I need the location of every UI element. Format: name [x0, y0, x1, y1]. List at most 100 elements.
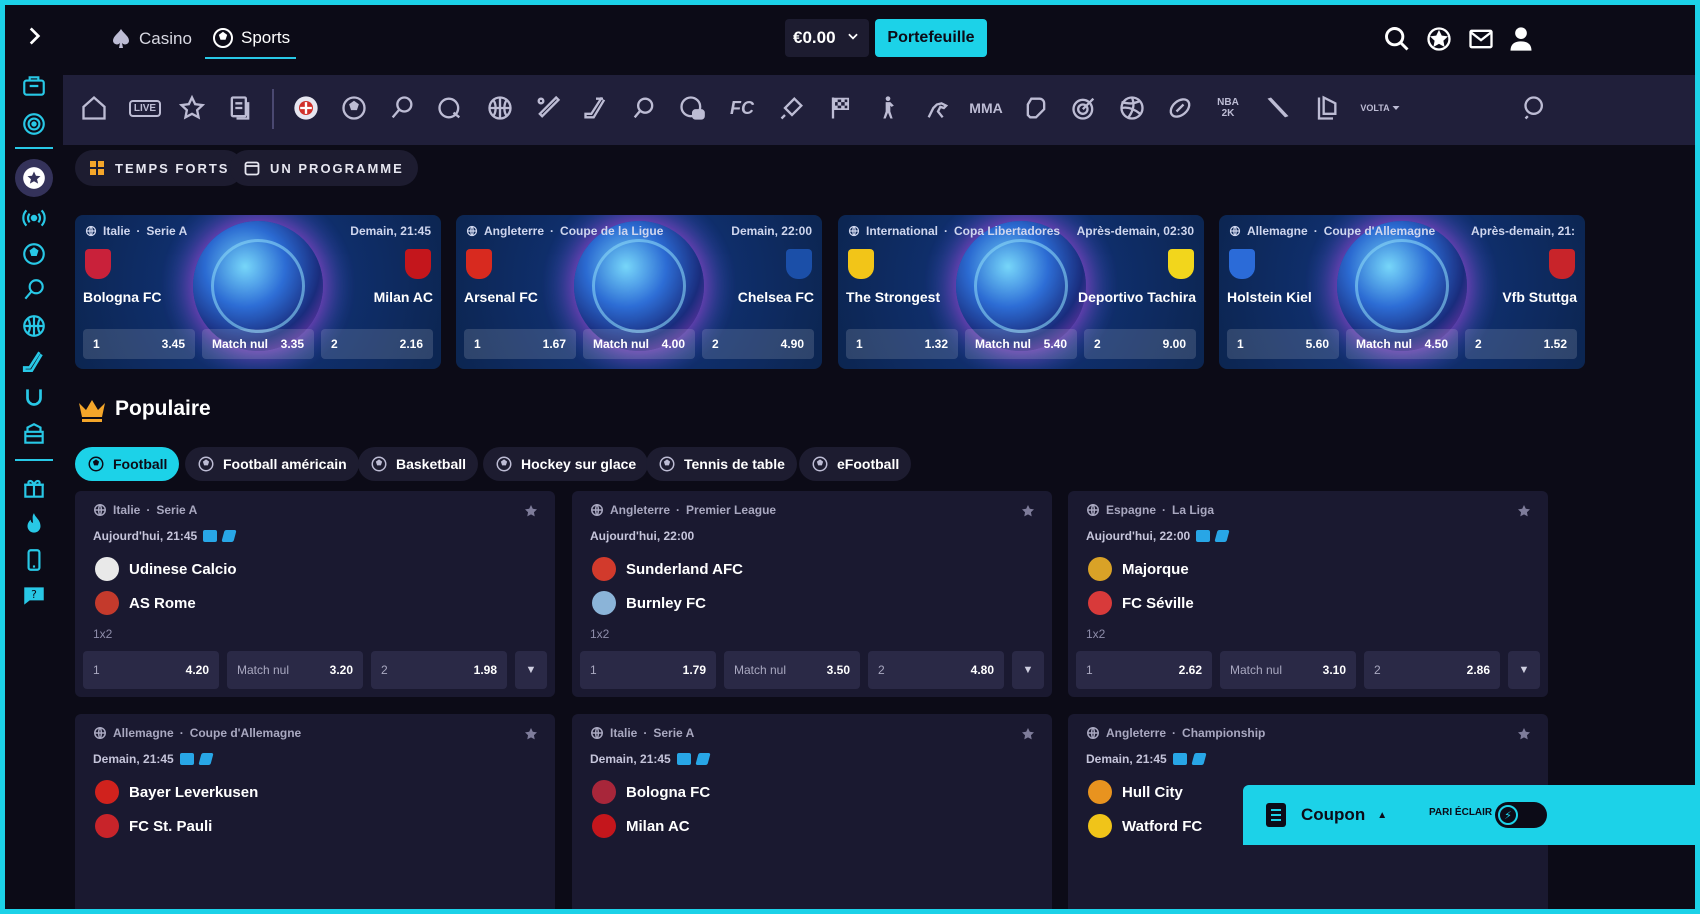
- odd-draw-button[interactable]: Match nul 5.40: [965, 329, 1077, 359]
- match-card[interactable]: Italie · Serie A Demain, 21:45 Bologna F…: [572, 714, 1052, 909]
- football-icon[interactable]: [19, 239, 49, 269]
- fire-icon[interactable]: [19, 509, 49, 539]
- volleyball-icon[interactable]: [1115, 91, 1149, 125]
- target-icon[interactable]: [19, 109, 49, 139]
- football-icon[interactable]: [337, 91, 371, 125]
- odd-button[interactable]: 2 2.86: [1364, 651, 1500, 689]
- hockey-icon[interactable]: [19, 347, 49, 377]
- filter-basketball[interactable]: Basketball: [358, 447, 479, 481]
- match-card[interactable]: Espagne · La Liga Aujourd'hui, 22:00 Maj…: [1068, 491, 1548, 697]
- favorite-star-icon[interactable]: [1516, 726, 1532, 742]
- odd-away-button[interactable]: 2 4.90: [702, 329, 814, 359]
- filter-american-football[interactable]: Football américain: [185, 447, 359, 481]
- live-broadcast-icon[interactable]: [19, 203, 49, 233]
- horseshoe-icon[interactable]: [19, 383, 49, 413]
- odd-draw-button[interactable]: Match nul 3.35: [202, 329, 314, 359]
- fc-icon[interactable]: FC: [725, 91, 759, 125]
- darts-icon[interactable]: [1067, 91, 1101, 125]
- odd-button[interactable]: Match nul 3.50: [724, 651, 860, 689]
- efootball-icon[interactable]: [675, 91, 709, 125]
- basketball-icon[interactable]: [483, 91, 517, 125]
- odd-button[interactable]: Match nul 3.10: [1220, 651, 1356, 689]
- tab-schedule[interactable]: UN PROGRAMME: [230, 150, 418, 186]
- horse-racing-icon[interactable]: [921, 91, 955, 125]
- mail-icon[interactable]: [1467, 25, 1495, 53]
- help-chat-icon[interactable]: ?: [19, 581, 49, 611]
- coupon-sheet-icon[interactable]: [223, 91, 257, 125]
- racing-flag-icon[interactable]: [823, 91, 857, 125]
- filter-hockey[interactable]: Hockey sur glace: [483, 447, 649, 481]
- filter-table-tennis[interactable]: Tennis de table: [646, 447, 797, 481]
- esports-shooter-icon[interactable]: [871, 91, 905, 125]
- featured-match-card[interactable]: Italie · Serie A Demain, 21:45 Bologna F…: [75, 215, 441, 369]
- favorite-star-icon[interactable]: [523, 726, 539, 742]
- match-card[interactable]: Angleterre · Premier League Aujourd'hui,…: [572, 491, 1052, 697]
- volta-icon[interactable]: VOLTA: [1357, 91, 1405, 125]
- esports-slash-icon[interactable]: [1261, 91, 1295, 125]
- odd-button[interactable]: 2 4.80: [868, 651, 1004, 689]
- nba-2k-icon[interactable]: NBA 2K: [1211, 91, 1245, 125]
- basketball-icon[interactable]: [19, 311, 49, 341]
- home-icon[interactable]: [77, 91, 111, 125]
- match-card[interactable]: Allemagne · Coupe d'Allemagne Demain, 21…: [75, 714, 555, 909]
- odd-draw-button[interactable]: Match nul 4.00: [583, 329, 695, 359]
- favorite-star-icon[interactable]: [523, 503, 539, 519]
- flash-bet-toggle[interactable]: ⚡: [1495, 802, 1547, 828]
- tennis-icon[interactable]: [385, 91, 419, 125]
- star-icon[interactable]: [175, 91, 209, 125]
- tab-highlights[interactable]: TEMPS FORTS: [75, 150, 244, 186]
- odd-draw-button[interactable]: Match nul 4.50: [1346, 329, 1458, 359]
- odd-home-button[interactable]: 1 1.67: [464, 329, 576, 359]
- cricket-icon[interactable]: [531, 91, 565, 125]
- odd-home-button[interactable]: 1 3.45: [83, 329, 195, 359]
- favorite-star-icon[interactable]: [1020, 503, 1036, 519]
- odd-button[interactable]: 2 1.98: [371, 651, 507, 689]
- odd-button[interactable]: Match nul 3.20: [227, 651, 363, 689]
- live-icon[interactable]: LIVE: [125, 91, 165, 125]
- simulation-icon[interactable]: [1309, 91, 1343, 125]
- filter-efootball[interactable]: eFootball: [799, 447, 912, 481]
- boxing-icon[interactable]: [1019, 91, 1053, 125]
- gift-icon[interactable]: [19, 473, 49, 503]
- odd-away-button[interactable]: 2 1.52: [1465, 329, 1577, 359]
- filter-football[interactable]: Football: [75, 447, 180, 481]
- casino-table-icon[interactable]: [19, 419, 49, 449]
- odd-home-button[interactable]: 1 5.60: [1227, 329, 1339, 359]
- more-markets-chevron-icon[interactable]: ▼: [1508, 651, 1540, 689]
- odd-button[interactable]: 1 1.79: [580, 651, 716, 689]
- mma-icon[interactable]: MMA: [969, 91, 1003, 125]
- featured-match-card[interactable]: Allemagne · Coupe d'Allemagne Après-dema…: [1219, 215, 1585, 369]
- tab-sports[interactable]: Sports: [205, 19, 297, 59]
- featured-match-card[interactable]: International · Copa Libertadores Après-…: [838, 215, 1204, 369]
- mobile-icon[interactable]: [19, 545, 49, 575]
- badminton-icon[interactable]: [775, 91, 809, 125]
- special-event-icon[interactable]: [289, 91, 323, 125]
- hockey-icon[interactable]: [579, 91, 613, 125]
- favorite-star-icon[interactable]: [1516, 503, 1532, 519]
- odd-away-button[interactable]: 2 2.16: [321, 329, 433, 359]
- wallet-button[interactable]: Portefeuille: [875, 19, 987, 57]
- balance-dropdown[interactable]: €0.00: [785, 19, 869, 57]
- odd-button[interactable]: 1 4.20: [83, 651, 219, 689]
- featured-match-card[interactable]: Angleterre · Coupe de la Ligue Demain, 2…: [456, 215, 822, 369]
- favorite-star-icon[interactable]: [1020, 726, 1036, 742]
- search-icon[interactable]: [1519, 91, 1553, 125]
- match-card[interactable]: Italie · Serie A Aujourd'hui, 21:45 Udin…: [75, 491, 555, 697]
- tennis-icon[interactable]: [19, 275, 49, 305]
- table-tennis-icon[interactable]: [627, 91, 661, 125]
- american-football-icon[interactable]: [433, 91, 467, 125]
- favorites-star-icon[interactable]: [1425, 25, 1453, 53]
- tab-casino[interactable]: Casino: [103, 19, 198, 59]
- expand-chevron-icon[interactable]: [19, 21, 49, 51]
- coupon-bar[interactable]: Coupon ▲ PARI ÉCLAIR ⚡: [1243, 785, 1695, 845]
- user-icon[interactable]: [1507, 25, 1535, 53]
- odd-button[interactable]: 1 2.62: [1076, 651, 1212, 689]
- search-icon[interactable]: [1383, 25, 1411, 53]
- more-markets-chevron-icon[interactable]: ▼: [1012, 651, 1044, 689]
- stadium-icon[interactable]: [19, 71, 49, 101]
- odd-away-button[interactable]: 2 9.00: [1084, 329, 1196, 359]
- sports-star-icon[interactable]: [15, 159, 53, 197]
- rugby-icon[interactable]: [1163, 91, 1197, 125]
- odd-home-button[interactable]: 1 1.32: [846, 329, 958, 359]
- more-markets-chevron-icon[interactable]: ▼: [515, 651, 547, 689]
